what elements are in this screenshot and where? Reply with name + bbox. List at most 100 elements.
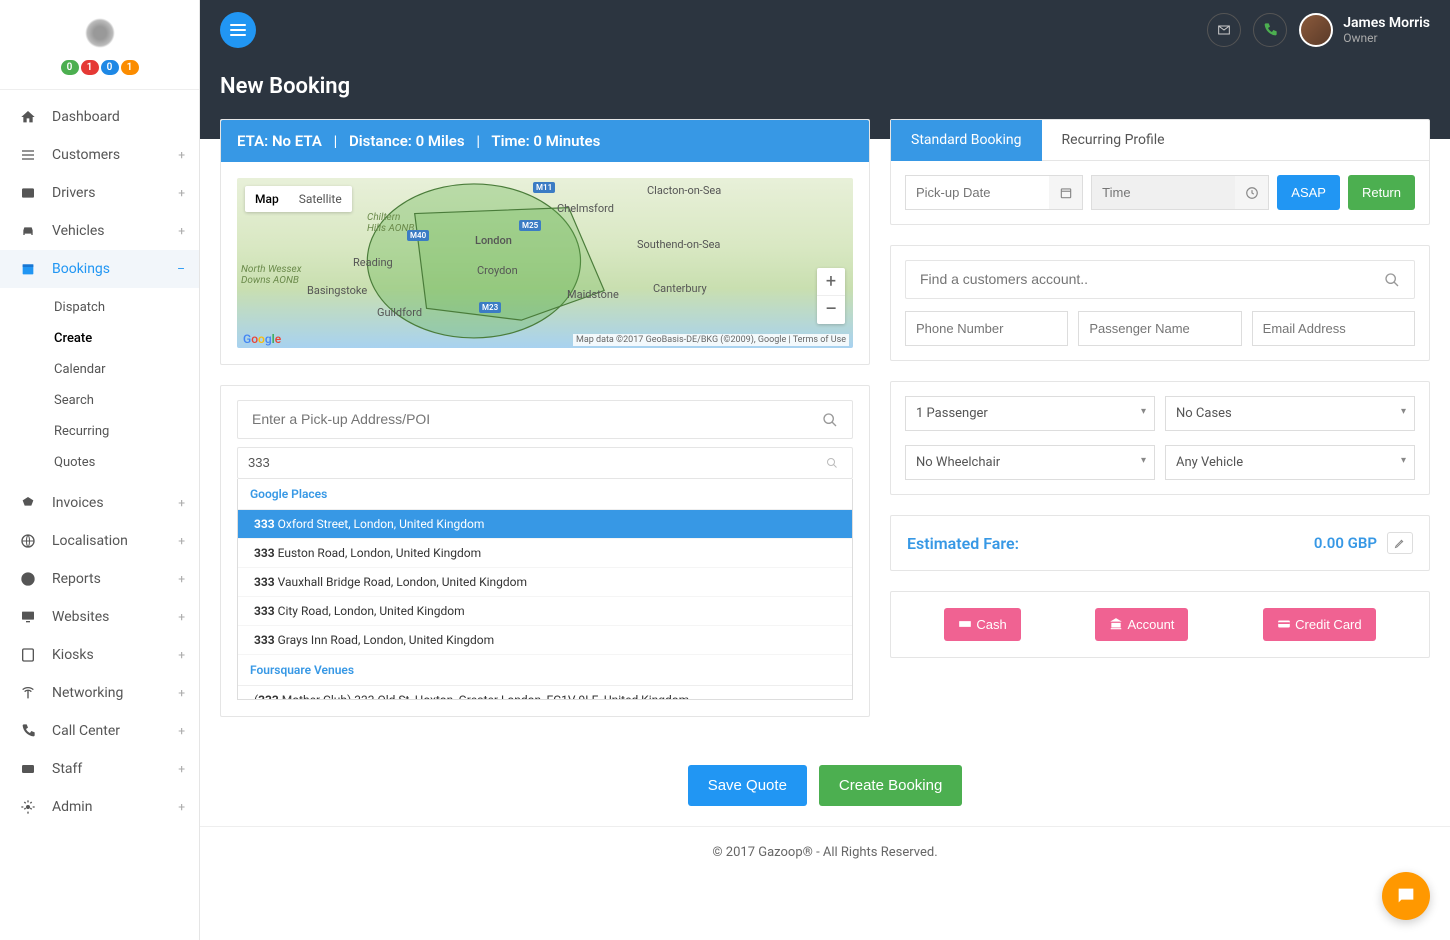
map[interactable]: London Reading Croydon Chelmsford Clacto… bbox=[237, 178, 853, 348]
badge-icon bbox=[18, 761, 38, 777]
eta-label: ETA: bbox=[237, 132, 268, 150]
nav-staff[interactable]: Staff+ bbox=[0, 750, 199, 788]
road-m11: M11 bbox=[533, 182, 555, 193]
email-input[interactable] bbox=[1252, 311, 1415, 346]
nav-customers[interactable]: Customers+ bbox=[0, 136, 199, 174]
id-icon bbox=[18, 185, 38, 201]
menu-toggle-button[interactable] bbox=[220, 12, 256, 48]
edit-fare-button[interactable] bbox=[1387, 532, 1413, 554]
status-badge-0[interactable]: 0 bbox=[61, 60, 79, 75]
nav-callcenter[interactable]: Call Center+ bbox=[0, 712, 199, 750]
nav-bookings[interactable]: Bookings– bbox=[0, 250, 199, 288]
payment-cash-button[interactable]: Cash bbox=[944, 608, 1020, 641]
payment-card-button[interactable]: Credit Card bbox=[1263, 608, 1375, 641]
phone-icon bbox=[1262, 22, 1278, 38]
subnav-quotes[interactable]: Quotes bbox=[54, 447, 199, 478]
pencil-icon bbox=[1394, 537, 1406, 549]
nav-networking[interactable]: Networking+ bbox=[0, 674, 199, 712]
hamburger-icon bbox=[230, 24, 246, 36]
eta-value: No ETA bbox=[272, 132, 322, 150]
map-type-toggle: Map Satellite bbox=[245, 186, 352, 212]
create-booking-button[interactable]: Create Booking bbox=[819, 765, 962, 806]
autocomplete-item[interactable]: 333 Euston Road, London, United Kingdom bbox=[238, 539, 852, 568]
tab-recurring[interactable]: Recurring Profile bbox=[1042, 120, 1185, 161]
call-button[interactable] bbox=[1253, 13, 1287, 47]
passenger-name-input[interactable] bbox=[1078, 311, 1241, 346]
distance-label: Distance: bbox=[349, 132, 412, 150]
avatar bbox=[1299, 13, 1333, 47]
asap-button[interactable]: ASAP bbox=[1277, 175, 1340, 210]
nav-kiosks[interactable]: Kiosks+ bbox=[0, 636, 199, 674]
nav-localisation[interactable]: Localisation+ bbox=[0, 522, 199, 560]
autocomplete-item[interactable]: 333 Vauxhall Bridge Road, London, United… bbox=[238, 568, 852, 597]
calendar-icon bbox=[1049, 175, 1083, 210]
expand-icon: + bbox=[178, 534, 185, 548]
nav-reports[interactable]: Reports+ bbox=[0, 560, 199, 598]
wheelchair-select[interactable]: No Wheelchair bbox=[905, 445, 1155, 480]
time-label: Time: bbox=[491, 132, 529, 150]
map-city-canterbury: Canterbury bbox=[653, 282, 707, 295]
nav-invoices[interactable]: Invoices+ bbox=[0, 484, 199, 522]
subnav-create[interactable]: Create bbox=[54, 323, 199, 354]
monitor-icon bbox=[18, 609, 38, 625]
cases-select[interactable]: No Cases bbox=[1165, 396, 1415, 431]
autocomplete-item[interactable]: (333 Mother Club) 333 Old St, Hoxton, Gr… bbox=[238, 686, 852, 699]
autocomplete-dropdown: Google Places 333 Oxford Street, London,… bbox=[237, 479, 853, 700]
tab-standard[interactable]: Standard Booking bbox=[891, 120, 1042, 161]
status-badge-2[interactable]: 0 bbox=[101, 60, 119, 75]
nav-label: Websites bbox=[52, 609, 109, 625]
expand-icon: + bbox=[178, 224, 185, 238]
autocomplete-item[interactable]: 333 Grays Inn Road, London, United Kingd… bbox=[238, 626, 852, 655]
autocomplete-item[interactable]: 333 Oxford Street, London, United Kingdo… bbox=[238, 510, 852, 539]
customer-search-input[interactable] bbox=[920, 271, 1376, 287]
vehicle-select[interactable]: Any Vehicle bbox=[1165, 445, 1415, 480]
chat-button[interactable] bbox=[1382, 872, 1430, 920]
zoom-in-button[interactable]: + bbox=[817, 268, 845, 296]
customer-search-field[interactable] bbox=[905, 260, 1415, 299]
pickup-address-field[interactable] bbox=[237, 400, 853, 439]
pickup-date-field[interactable] bbox=[905, 175, 1083, 210]
autocomplete-scroll[interactable]: Google Places 333 Oxford Street, London,… bbox=[238, 479, 852, 699]
subnav-search[interactable]: Search bbox=[54, 385, 199, 416]
phone-input[interactable] bbox=[905, 311, 1068, 346]
save-quote-button[interactable]: Save Quote bbox=[688, 765, 807, 806]
nav-label: Kiosks bbox=[52, 647, 94, 663]
options-card: 1 Passenger No Cases No Wheelchair Any V… bbox=[890, 381, 1430, 495]
pickup-query-input[interactable] bbox=[248, 455, 818, 470]
topbar: James Morris Owner bbox=[200, 0, 1450, 60]
user-menu[interactable]: James Morris Owner bbox=[1299, 13, 1430, 47]
nav-admin[interactable]: Admin+ bbox=[0, 788, 199, 826]
pickup-query-field[interactable] bbox=[237, 447, 853, 479]
payment-account-button[interactable]: Account bbox=[1095, 608, 1188, 641]
nav-drivers[interactable]: Drivers+ bbox=[0, 174, 199, 212]
map-city-basingstoke: Basingstoke bbox=[307, 284, 367, 297]
subnav-dispatch[interactable]: Dispatch bbox=[54, 292, 199, 323]
return-button[interactable]: Return bbox=[1348, 175, 1415, 210]
road-m25: M25 bbox=[519, 220, 541, 231]
status-badge-1[interactable]: 1 bbox=[81, 60, 99, 75]
mail-button[interactable] bbox=[1207, 13, 1241, 47]
map-type-map[interactable]: Map bbox=[245, 186, 289, 212]
autocomplete-item[interactable]: 333 City Road, London, United Kingdom bbox=[238, 597, 852, 626]
expand-icon: + bbox=[178, 800, 185, 814]
distance-value: 0 Miles bbox=[416, 132, 465, 150]
nav-label: Staff bbox=[52, 761, 82, 777]
map-city-croydon: Croydon bbox=[477, 264, 518, 277]
nav-vehicles[interactable]: Vehicles+ bbox=[0, 212, 199, 250]
status-badge-3[interactable]: 1 bbox=[121, 60, 139, 75]
map-aonb-wessex: North Wessex Downs AONB bbox=[241, 264, 302, 286]
zoom-out-button[interactable]: − bbox=[817, 296, 845, 324]
expand-icon: + bbox=[178, 148, 185, 162]
nav-dashboard[interactable]: Dashboard bbox=[0, 98, 199, 136]
road-m40: M40 bbox=[407, 230, 429, 241]
map-type-satellite[interactable]: Satellite bbox=[289, 186, 352, 212]
home-icon bbox=[18, 109, 38, 125]
nav-websites[interactable]: Websites+ bbox=[0, 598, 199, 636]
user-role: Owner bbox=[1343, 31, 1430, 45]
passengers-select[interactable]: 1 Passenger bbox=[905, 396, 1155, 431]
page-title: New Booking bbox=[220, 74, 1430, 99]
subnav-recurring[interactable]: Recurring bbox=[54, 416, 199, 447]
subnav-calendar[interactable]: Calendar bbox=[54, 354, 199, 385]
pickup-time-field[interactable] bbox=[1091, 175, 1269, 210]
pickup-address-input[interactable] bbox=[252, 411, 814, 427]
